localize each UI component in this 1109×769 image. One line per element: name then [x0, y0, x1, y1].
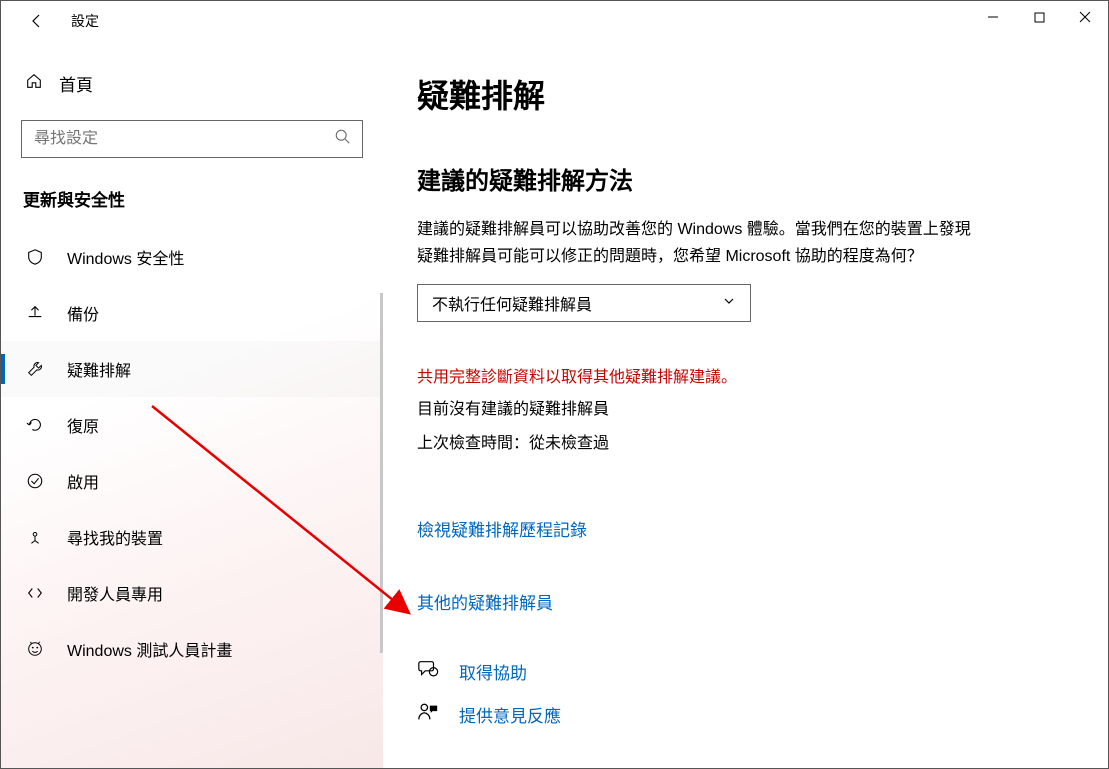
maximize-button[interactable] [1016, 1, 1062, 33]
sidebar-home-label: 首頁 [59, 71, 93, 96]
chevron-down-icon [722, 294, 736, 313]
sidebar-item-label: 尋找我的裝置 [67, 525, 163, 549]
sidebar-item-label: 疑難排解 [67, 357, 131, 381]
code-icon [25, 584, 45, 602]
sidebar-item-label: 備份 [67, 301, 99, 325]
search-box[interactable] [21, 120, 363, 158]
sidebar-item-label: 復原 [67, 413, 99, 437]
additional-troubleshooters-link[interactable]: 其他的疑難排解員 [417, 589, 1068, 614]
check-circle-icon [25, 472, 45, 490]
sidebar-item-label: 啟用 [67, 469, 99, 493]
wrench-icon [25, 360, 45, 378]
feedback-row[interactable]: 提供意見反應 [417, 701, 1068, 728]
search-icon [334, 128, 352, 151]
troubleshoot-preference-dropdown[interactable]: 不執行任何疑難排解員 [417, 284, 751, 322]
scrollbar[interactable] [380, 293, 383, 653]
sidebar-section-header: 更新與安全性 [1, 176, 383, 229]
home-icon [25, 72, 43, 95]
feedback-icon [417, 701, 441, 728]
sidebar-item-security[interactable]: Windows 安全性 [1, 229, 383, 285]
backup-icon [25, 304, 45, 322]
sidebar-item-label: Windows 測試人員計畫 [67, 637, 232, 661]
nav-list: Windows 安全性 備份 疑難排解 [1, 229, 383, 677]
content-area: 疑難排解 建議的疑難排解方法 建議的疑難排解員可以協助改善您的 Windows … [383, 41, 1108, 768]
titlebar: 設定 [1, 1, 1108, 41]
back-button[interactable] [21, 5, 53, 37]
close-button[interactable] [1062, 1, 1108, 33]
sidebar-home[interactable]: 首頁 [1, 61, 383, 106]
minimize-button[interactable] [970, 1, 1016, 33]
sidebar-item-label: 開發人員專用 [67, 581, 163, 605]
sidebar-item-findmydevice[interactable]: 尋找我的裝置 [1, 509, 383, 565]
sidebar-item-label: Windows 安全性 [67, 245, 184, 269]
description-text: 建議的疑難排解員可以協助改善您的 Windows 體驗。當我們在您的裝置上發現疑… [417, 216, 977, 270]
sidebar-item-backup[interactable]: 備份 [1, 285, 383, 341]
sidebar-item-insider[interactable]: Windows 測試人員計畫 [1, 621, 383, 677]
get-help-link[interactable]: 取得協助 [459, 659, 527, 684]
get-help-row[interactable]: 取得協助 [417, 658, 1068, 685]
sidebar-item-activation[interactable]: 啟用 [1, 453, 383, 509]
page-title: 疑難排解 [417, 71, 1068, 117]
no-recommend-text: 目前沒有建議的疑難排解員 [417, 393, 1068, 427]
window-title: 設定 [71, 11, 99, 31]
sidebar-item-recovery[interactable]: 復原 [1, 397, 383, 453]
recovery-icon [25, 416, 45, 434]
sidebar-item-troubleshoot[interactable]: 疑難排解 [1, 341, 383, 397]
history-link[interactable]: 檢視疑難排解歷程記錄 [417, 516, 1068, 541]
diagnostic-warning: 共用完整診斷資料以取得其他疑難排解建議。 [417, 364, 1068, 393]
search-input[interactable] [34, 130, 304, 148]
feedback-link[interactable]: 提供意見反應 [459, 702, 561, 727]
sidebar-item-developers[interactable]: 開發人員專用 [1, 565, 383, 621]
chat-icon [417, 658, 441, 685]
shield-icon [25, 248, 45, 266]
section-subtitle: 建議的疑難排解方法 [417, 161, 1068, 196]
last-check-text: 上次檢查時間：從未檢查過 [417, 427, 1068, 461]
dropdown-value: 不執行任何疑難排解員 [432, 291, 592, 315]
sidebar: 首頁 更新與安全性 Windows 安全性 [1, 41, 383, 768]
insider-icon [25, 640, 45, 658]
findmydevice-icon [25, 528, 45, 546]
